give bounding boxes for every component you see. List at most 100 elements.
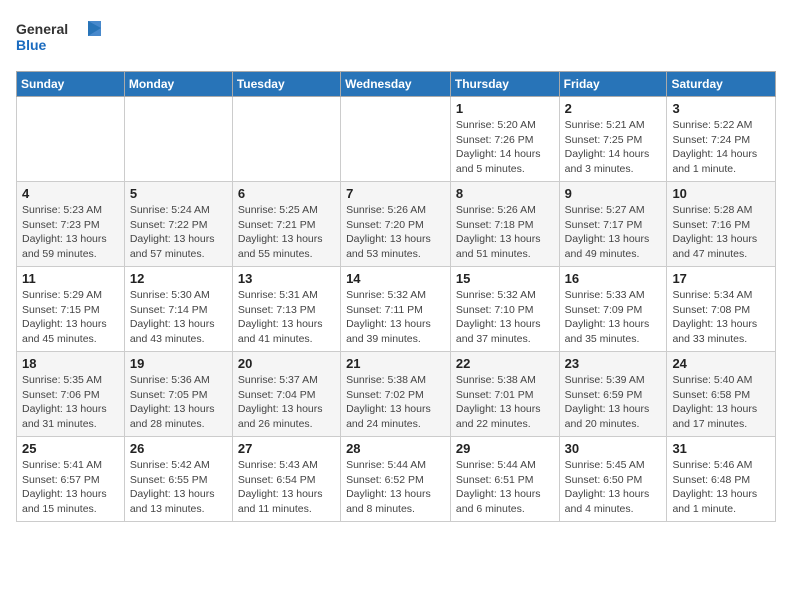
calendar-week-4: 18 Sunrise: 5:35 AM Sunset: 7:06 PM Dayli… <box>17 352 776 437</box>
day-info: Sunrise: 5:29 AM Sunset: 7:15 PM Dayligh… <box>22 288 119 347</box>
day-number: 28 <box>346 441 445 456</box>
day-info: Sunrise: 5:32 AM Sunset: 7:11 PM Dayligh… <box>346 288 445 347</box>
day-number: 30 <box>565 441 662 456</box>
calendar-week-2: 4 Sunrise: 5:23 AM Sunset: 7:23 PM Daylig… <box>17 182 776 267</box>
calendar-cell: 23Sunrise: 5:39 AM Sunset: 6:59 PM Dayli… <box>559 352 667 437</box>
calendar-cell: 6 Sunrise: 5:25 AM Sunset: 7:21 PM Daylig… <box>232 182 340 267</box>
svg-text:Blue: Blue <box>16 37 47 53</box>
day-number: 1 <box>456 101 554 116</box>
calendar-cell: 1 Sunrise: 5:20 AM Sunset: 7:26 PM Daylig… <box>450 97 559 182</box>
logo-wordmark: General Blue <box>16 16 116 61</box>
day-info: Sunrise: 5:38 AM Sunset: 7:02 PM Dayligh… <box>346 373 445 432</box>
calendar-table: SundayMondayTuesdayWednesdayThursdayFrid… <box>16 71 776 522</box>
day-number: 26 <box>130 441 227 456</box>
day-number: 21 <box>346 356 445 371</box>
calendar-cell: 19Sunrise: 5:36 AM Sunset: 7:05 PM Dayli… <box>124 352 232 437</box>
weekday-header-row: SundayMondayTuesdayWednesdayThursdayFrid… <box>17 72 776 97</box>
day-info: Sunrise: 5:20 AM Sunset: 7:26 PM Dayligh… <box>456 118 554 177</box>
weekday-header-friday: Friday <box>559 72 667 97</box>
day-info: Sunrise: 5:45 AM Sunset: 6:50 PM Dayligh… <box>565 458 662 517</box>
day-number: 3 <box>672 101 770 116</box>
day-info: Sunrise: 5:44 AM Sunset: 6:51 PM Dayligh… <box>456 458 554 517</box>
day-number: 20 <box>238 356 335 371</box>
day-info: Sunrise: 5:30 AM Sunset: 7:14 PM Dayligh… <box>130 288 227 347</box>
day-info: Sunrise: 5:43 AM Sunset: 6:54 PM Dayligh… <box>238 458 335 517</box>
calendar-cell: 12 Sunrise: 5:30 AM Sunset: 7:14 PM Dayli… <box>124 267 232 352</box>
day-number: 18 <box>22 356 119 371</box>
calendar-cell: 28 Sunrise: 5:44 AM Sunset: 6:52 PM Dayli… <box>341 437 451 522</box>
day-number: 11 <box>22 271 119 286</box>
calendar-cell: 22 Sunrise: 5:38 AM Sunset: 7:01 PM Dayli… <box>450 352 559 437</box>
day-number: 14 <box>346 271 445 286</box>
page-header: General Blue <box>16 16 776 61</box>
day-info: Sunrise: 5:38 AM Sunset: 7:01 PM Dayligh… <box>456 373 554 432</box>
day-number: 12 <box>130 271 227 286</box>
day-number: 23 <box>565 356 662 371</box>
day-info: Sunrise: 5:46 AM Sunset: 6:48 PM Dayligh… <box>672 458 770 517</box>
calendar-cell: 8Sunrise: 5:26 AM Sunset: 7:18 PM Daylig… <box>450 182 559 267</box>
day-number: 5 <box>130 186 227 201</box>
calendar-cell: 20 Sunrise: 5:37 AM Sunset: 7:04 PM Dayli… <box>232 352 340 437</box>
day-number: 29 <box>456 441 554 456</box>
day-info: Sunrise: 5:23 AM Sunset: 7:23 PM Dayligh… <box>22 203 119 262</box>
calendar-cell: 4 Sunrise: 5:23 AM Sunset: 7:23 PM Daylig… <box>17 182 125 267</box>
day-info: Sunrise: 5:42 AM Sunset: 6:55 PM Dayligh… <box>130 458 227 517</box>
day-info: Sunrise: 5:36 AM Sunset: 7:05 PM Dayligh… <box>130 373 227 432</box>
calendar-cell: 18 Sunrise: 5:35 AM Sunset: 7:06 PM Dayli… <box>17 352 125 437</box>
calendar-cell <box>341 97 451 182</box>
calendar-cell: 16 Sunrise: 5:33 AM Sunset: 7:09 PM Dayli… <box>559 267 667 352</box>
calendar-cell <box>17 97 125 182</box>
calendar-cell: 11 Sunrise: 5:29 AM Sunset: 7:15 PM Dayli… <box>17 267 125 352</box>
day-number: 24 <box>672 356 770 371</box>
day-info: Sunrise: 5:33 AM Sunset: 7:09 PM Dayligh… <box>565 288 662 347</box>
calendar-cell: 15 Sunrise: 5:32 AM Sunset: 7:10 PM Dayli… <box>450 267 559 352</box>
day-number: 16 <box>565 271 662 286</box>
day-number: 17 <box>672 271 770 286</box>
day-info: Sunrise: 5:26 AM Sunset: 7:20 PM Dayligh… <box>346 203 445 262</box>
calendar-cell: 24Sunrise: 5:40 AM Sunset: 6:58 PM Dayli… <box>667 352 776 437</box>
day-info: Sunrise: 5:41 AM Sunset: 6:57 PM Dayligh… <box>22 458 119 517</box>
day-number: 9 <box>565 186 662 201</box>
weekday-header-tuesday: Tuesday <box>232 72 340 97</box>
calendar-cell: 7 Sunrise: 5:26 AM Sunset: 7:20 PM Daylig… <box>341 182 451 267</box>
day-info: Sunrise: 5:25 AM Sunset: 7:21 PM Dayligh… <box>238 203 335 262</box>
day-number: 7 <box>346 186 445 201</box>
calendar-cell: 26 Sunrise: 5:42 AM Sunset: 6:55 PM Dayli… <box>124 437 232 522</box>
day-number: 4 <box>22 186 119 201</box>
day-info: Sunrise: 5:35 AM Sunset: 7:06 PM Dayligh… <box>22 373 119 432</box>
day-info: Sunrise: 5:31 AM Sunset: 7:13 PM Dayligh… <box>238 288 335 347</box>
day-number: 31 <box>672 441 770 456</box>
day-info: Sunrise: 5:32 AM Sunset: 7:10 PM Dayligh… <box>456 288 554 347</box>
day-info: Sunrise: 5:37 AM Sunset: 7:04 PM Dayligh… <box>238 373 335 432</box>
calendar-cell: 27 Sunrise: 5:43 AM Sunset: 6:54 PM Dayli… <box>232 437 340 522</box>
calendar-cell: 5 Sunrise: 5:24 AM Sunset: 7:22 PM Daylig… <box>124 182 232 267</box>
calendar-cell: 9 Sunrise: 5:27 AM Sunset: 7:17 PM Daylig… <box>559 182 667 267</box>
calendar-cell: 2Sunrise: 5:21 AM Sunset: 7:25 PM Daylig… <box>559 97 667 182</box>
calendar-week-1: 1 Sunrise: 5:20 AM Sunset: 7:26 PM Daylig… <box>17 97 776 182</box>
day-info: Sunrise: 5:22 AM Sunset: 7:24 PM Dayligh… <box>672 118 770 177</box>
day-number: 25 <box>22 441 119 456</box>
day-number: 27 <box>238 441 335 456</box>
day-info: Sunrise: 5:27 AM Sunset: 7:17 PM Dayligh… <box>565 203 662 262</box>
day-number: 22 <box>456 356 554 371</box>
day-info: Sunrise: 5:26 AM Sunset: 7:18 PM Dayligh… <box>456 203 554 262</box>
svg-text:General: General <box>16 21 68 37</box>
calendar-cell: 3 Sunrise: 5:22 AM Sunset: 7:24 PM Daylig… <box>667 97 776 182</box>
day-info: Sunrise: 5:44 AM Sunset: 6:52 PM Dayligh… <box>346 458 445 517</box>
weekday-header-saturday: Saturday <box>667 72 776 97</box>
day-info: Sunrise: 5:34 AM Sunset: 7:08 PM Dayligh… <box>672 288 770 347</box>
day-number: 15 <box>456 271 554 286</box>
day-number: 6 <box>238 186 335 201</box>
weekday-header-sunday: Sunday <box>17 72 125 97</box>
calendar-cell: 17 Sunrise: 5:34 AM Sunset: 7:08 PM Dayli… <box>667 267 776 352</box>
logo: General Blue <box>16 16 116 61</box>
calendar-cell: 29 Sunrise: 5:44 AM Sunset: 6:51 PM Dayli… <box>450 437 559 522</box>
calendar-cell: 10Sunrise: 5:28 AM Sunset: 7:16 PM Dayli… <box>667 182 776 267</box>
day-info: Sunrise: 5:28 AM Sunset: 7:16 PM Dayligh… <box>672 203 770 262</box>
day-number: 13 <box>238 271 335 286</box>
day-number: 2 <box>565 101 662 116</box>
calendar-week-3: 11 Sunrise: 5:29 AM Sunset: 7:15 PM Dayli… <box>17 267 776 352</box>
day-info: Sunrise: 5:24 AM Sunset: 7:22 PM Dayligh… <box>130 203 227 262</box>
weekday-header-thursday: Thursday <box>450 72 559 97</box>
weekday-header-monday: Monday <box>124 72 232 97</box>
